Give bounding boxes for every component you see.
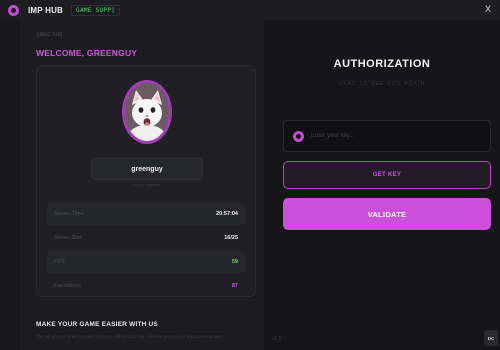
profile-panel: gatoz hub WELCOME, GREENGUY greenguy Rob… (20, 20, 264, 350)
stat-label: Server Size (54, 235, 83, 241)
stat-label: FPS (54, 259, 65, 265)
auth-title: AUTHORIZATION (333, 58, 431, 70)
stat-value: 59 (231, 259, 238, 265)
cat-avatar-icon (125, 83, 169, 141)
get-key-button[interactable]: GET KEY (283, 161, 491, 189)
stat-value: 20:57:04 (215, 211, 238, 217)
stat-label: Server Time (54, 211, 84, 217)
stat-value: 16/25 (224, 235, 238, 241)
stat-value: 87 (231, 283, 238, 289)
avatar (122, 80, 172, 144)
discord-button[interactable]: DC (484, 330, 498, 346)
username-display: greenguy (91, 158, 203, 180)
stats-list: Server Time 20:57:04 Server Size 16/25 F… (47, 203, 245, 299)
key-field[interactable] (283, 120, 491, 152)
app-title: IMP HUB (28, 5, 64, 15)
promo-heading: MAKE YOUR GAME EASIER WITH US (36, 321, 158, 328)
stat-row-fps: FPS 59 (47, 251, 245, 273)
game-support-tag: GAME SUPP| (71, 4, 121, 16)
key-ring-icon (293, 130, 304, 142)
username-caption: Roblox username (133, 183, 161, 187)
authorization-panel: AUTHORIZATION GLAD TO SEE YOU AGAIN GET … (264, 20, 500, 350)
profile-card: greenguy Roblox username Server Time 20:… (36, 65, 256, 297)
close-button[interactable]: X (485, 4, 491, 14)
auth-subtitle: GLAD TO SEE YOU AGAIN (338, 81, 426, 87)
stat-row-server-time: Server Time 20:57:04 (47, 203, 245, 225)
key-input[interactable] (311, 133, 481, 139)
stat-label: Executions (54, 283, 81, 289)
welcome-heading: WELCOME, GREENGUY (36, 48, 138, 58)
validate-button[interactable]: VALIDATE (283, 198, 491, 230)
breadcrumb: gatoz hub (36, 32, 63, 38)
logo-icon (8, 4, 19, 16)
stat-row-server-size: Server Size 16/25 (47, 227, 245, 249)
stat-row-executions: Executions 87 (47, 275, 245, 297)
promo-subtitle: Get full access to all premium features … (36, 334, 224, 339)
title-bar: IMP HUB GAME SUPP| X (0, 0, 500, 20)
version-label: v1.0 (272, 336, 282, 342)
